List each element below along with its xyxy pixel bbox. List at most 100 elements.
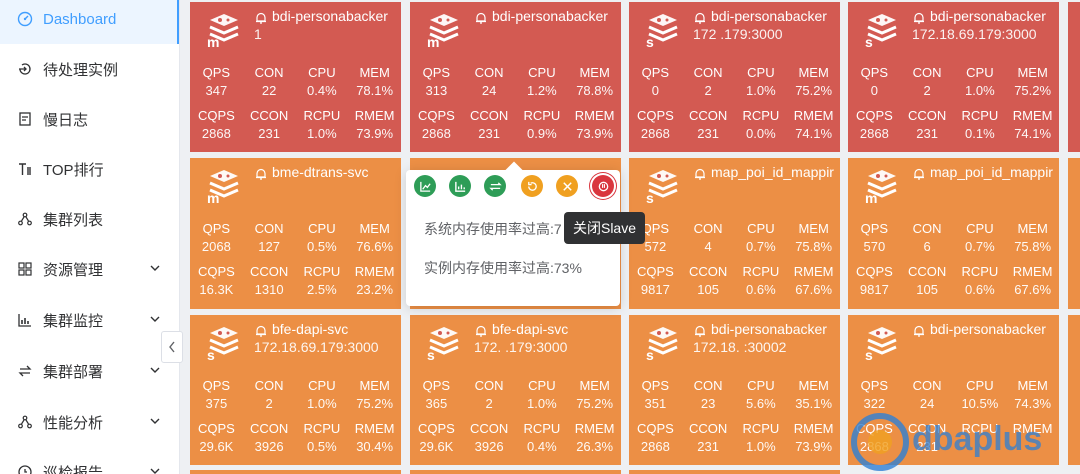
sidebar-item-report[interactable]: 巡检报告: [0, 447, 179, 474]
metric-value-cpu: 5.6%: [746, 396, 776, 411]
sidebar-item-deploy[interactable]: 集群部署: [0, 346, 179, 396]
svg-text:dbaplus: dbaplus: [912, 420, 1042, 458]
sidebar-item-pending[interactable]: 待处理实例: [0, 44, 179, 94]
instance-role: m: [207, 34, 220, 50]
metric-value-rcpu: 0.1%: [965, 126, 995, 141]
metric-value-con: 2: [485, 396, 493, 411]
metric-label: CQPS: [197, 421, 235, 436]
metric-value-mem: 75.2%: [356, 396, 394, 411]
sidebar-item-label: 集群部署: [43, 363, 104, 381]
metric-label: CQPS: [855, 108, 893, 123]
bell-icon[interactable]: [693, 11, 707, 25]
bell-icon[interactable]: [693, 167, 707, 181]
instance-address: 172. .179:3000: [474, 339, 568, 355]
line-chart-button[interactable]: [414, 175, 436, 197]
metric-label: CON: [693, 221, 723, 236]
instance-card[interactable]: bdi-personabacker 172.18. :30002 s QPS C…: [629, 315, 840, 465]
switch-button[interactable]: [484, 175, 506, 197]
metric-value-rmem: 67.6%: [795, 282, 833, 297]
metric-value-qps: 365: [425, 396, 448, 411]
chevron-left-icon: [169, 341, 175, 353]
chevron-down-icon: [150, 265, 160, 271]
bell-icon[interactable]: [474, 11, 488, 25]
metric-label: RCPU: [303, 264, 341, 279]
metrics-row-cluster: CQPS CCON RCPU RMEM 2868 231 0.1% 74.1%: [848, 107, 1059, 143]
metric-label: RMEM: [1012, 108, 1053, 123]
metric-label: CQPS: [197, 264, 235, 279]
sidebar-item-resources[interactable]: 资源管理: [0, 244, 179, 294]
restore-button[interactable]: [521, 175, 543, 197]
metrics-row-primary: QPS CON CPU MEM 347 22 0.4% 78.1%: [190, 64, 401, 100]
sidebar-item-monitor[interactable]: 集群监控: [0, 295, 179, 345]
restore-icon: [527, 181, 537, 191]
sidebar-item-label: 集群列表: [43, 211, 104, 229]
metric-value-con: 22: [261, 83, 277, 98]
metric-value-cqps: 2868: [859, 126, 889, 141]
sidebar-item-top[interactable]: TOP排行: [0, 144, 179, 194]
bell-icon[interactable]: [693, 324, 707, 338]
power-button[interactable]: [592, 175, 614, 197]
metric-label: CPU: [528, 378, 556, 393]
metric-value-rcpu: 0.5%: [307, 439, 337, 454]
sidebar-collapse-button[interactable]: [161, 331, 183, 363]
metric-value-ccon: 231: [916, 126, 938, 141]
metric-value-con: 2: [704, 83, 712, 98]
metric-value-qps: 375: [205, 396, 228, 411]
metric-value-con: 127: [258, 239, 280, 254]
close-button[interactable]: [556, 175, 578, 197]
instance-role: m: [427, 34, 440, 50]
metric-value-ccon: 105: [916, 282, 938, 297]
instance-card[interactable]: bdi-personabacker 1 m QPS CON CPU MEM 34…: [190, 2, 401, 152]
sidebar: Dashboard 待处理实例 慢日志 TOP排行 集群列表 资源管理 集群监控…: [0, 0, 180, 474]
bell-icon[interactable]: [254, 11, 268, 25]
metric-value-cqps: 29.6K: [199, 439, 234, 454]
metric-label: CPU: [747, 65, 775, 80]
bell-icon[interactable]: [912, 324, 926, 338]
dbaplus-watermark-logo: dbaplus: [851, 413, 1042, 471]
metric-label: CON: [912, 378, 942, 393]
metric-label: CPU: [747, 221, 775, 236]
sidebar-item-clusters[interactable]: 集群列表: [0, 194, 179, 244]
metrics-row-cluster: CQPS CCON RCPU RMEM 2868 231 0.9% 73.9%: [410, 107, 621, 143]
instance-card[interactable]: bdi-personabacker 172 .179:3000 s QPS CO…: [629, 2, 840, 152]
metrics-row-cluster: CQPS CCON RCPU RMEM 9817 105 0.6% 67.6%: [848, 263, 1059, 299]
bell-icon[interactable]: [474, 324, 488, 338]
metric-label: RCPU: [303, 108, 341, 123]
sidebar-item-slowlog[interactable]: 慢日志: [0, 94, 179, 144]
metric-label: RMEM: [793, 264, 834, 279]
bell-icon[interactable]: [254, 167, 268, 181]
metric-value-mem: 75.8%: [795, 239, 833, 254]
metric-value-con: 23: [700, 396, 716, 411]
power-icon: [598, 181, 608, 191]
sidebar-item-perf[interactable]: 性能分析: [0, 397, 179, 447]
bar-chart-button[interactable]: [449, 175, 471, 197]
instance-card[interactable]: bfe-dapi-svc 172. .179:3000 s QPS CON CP…: [410, 315, 621, 465]
metric-label: CON: [474, 378, 504, 393]
bell-icon[interactable]: [912, 167, 926, 181]
metric-value-rmem: 74.1%: [1014, 126, 1052, 141]
instance-card[interactable]: map_poi_id_mappir m QPS CON CPU MEM 570 …: [848, 158, 1059, 309]
log-icon: [17, 111, 33, 127]
metric-label: CPU: [966, 221, 994, 236]
metric-value-rmem: 30.4%: [356, 439, 394, 454]
metric-value-con: 24: [481, 83, 497, 98]
metric-label: QPS: [641, 65, 670, 80]
instance-card[interactable]: map_poi_id_mappir s QPS CON CPU MEM 572 …: [629, 158, 840, 309]
metric-label: MEM: [798, 221, 829, 236]
metrics-row-primary: QPS CON CPU MEM 2068 127 0.5% 76.6%: [190, 220, 401, 256]
metric-label: CQPS: [417, 421, 455, 436]
card-partial-right: [1068, 158, 1080, 309]
bell-icon[interactable]: [254, 324, 268, 338]
metric-label: CCON: [907, 264, 947, 279]
sidebar-item-dashboard[interactable]: Dashboard: [0, 0, 179, 44]
card-partial-bottom: [629, 470, 840, 474]
instance-card[interactable]: bdi-personabacker m QPS CON CPU MEM 313 …: [410, 2, 621, 152]
bell-icon[interactable]: [912, 11, 926, 25]
instance-card[interactable]: bme-dtrans-svc m QPS CON CPU MEM 2068 12…: [190, 158, 401, 309]
instance-card[interactable]: bfe-dapi-svc 172.18.69.179:3000 s QPS CO…: [190, 315, 401, 465]
metric-value-cqps: 2868: [421, 126, 451, 141]
dashboard-icon: [17, 11, 33, 27]
metric-label: RCPU: [523, 108, 561, 123]
sidebar-item-label: 资源管理: [43, 261, 104, 279]
instance-card[interactable]: bdi-personabacker 172.18.69.179:3000 s Q…: [848, 2, 1059, 152]
